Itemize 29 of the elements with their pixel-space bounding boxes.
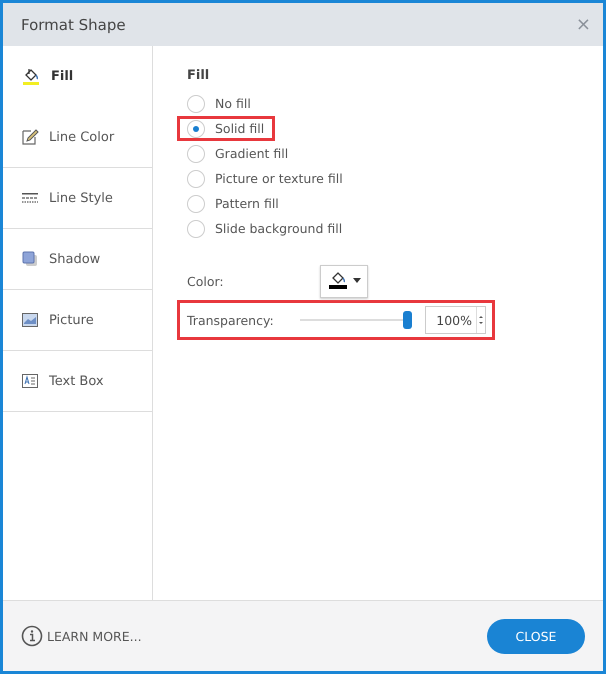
window-title: Format Shape	[21, 16, 126, 34]
radio-option[interactable]: Slide background fill	[177, 216, 354, 241]
text-box-icon	[21, 372, 39, 390]
radio-option[interactable]: Pattern fill	[177, 191, 290, 216]
section-heading: Fill	[187, 68, 210, 83]
info-icon	[21, 625, 43, 647]
shadow-icon	[21, 250, 39, 268]
color-picker-button[interactable]	[320, 265, 368, 298]
image-icon	[21, 311, 39, 329]
radio-option[interactable]: Picture or texture fill	[177, 166, 354, 191]
paint-bucket-icon	[327, 270, 361, 290]
radio-button[interactable]	[187, 220, 205, 238]
radio-option[interactable]: Solid fill	[177, 116, 276, 141]
radio-option[interactable]: No fill	[177, 91, 262, 116]
color-label: Color:	[187, 274, 225, 289]
radio-option[interactable]: Gradient fill	[177, 141, 300, 166]
radio-button[interactable]	[187, 144, 205, 162]
paint-bucket-icon	[21, 66, 41, 86]
radio-button[interactable]	[187, 194, 205, 212]
percent-spinner[interactable]: 100%	[425, 306, 486, 334]
radio-button[interactable]	[187, 120, 205, 138]
spinner-arrows-icon[interactable]	[477, 314, 485, 326]
radio-button[interactable]	[187, 170, 205, 188]
slider-thumb[interactable]	[403, 311, 412, 329]
pencil-icon	[21, 128, 39, 146]
radio-button[interactable]	[187, 94, 205, 112]
learn-more-link[interactable]: LEARN MORE...	[21, 625, 142, 647]
close-button[interactable]: CLOSE	[487, 618, 585, 654]
transparency-label: Transparency:	[187, 312, 275, 328]
